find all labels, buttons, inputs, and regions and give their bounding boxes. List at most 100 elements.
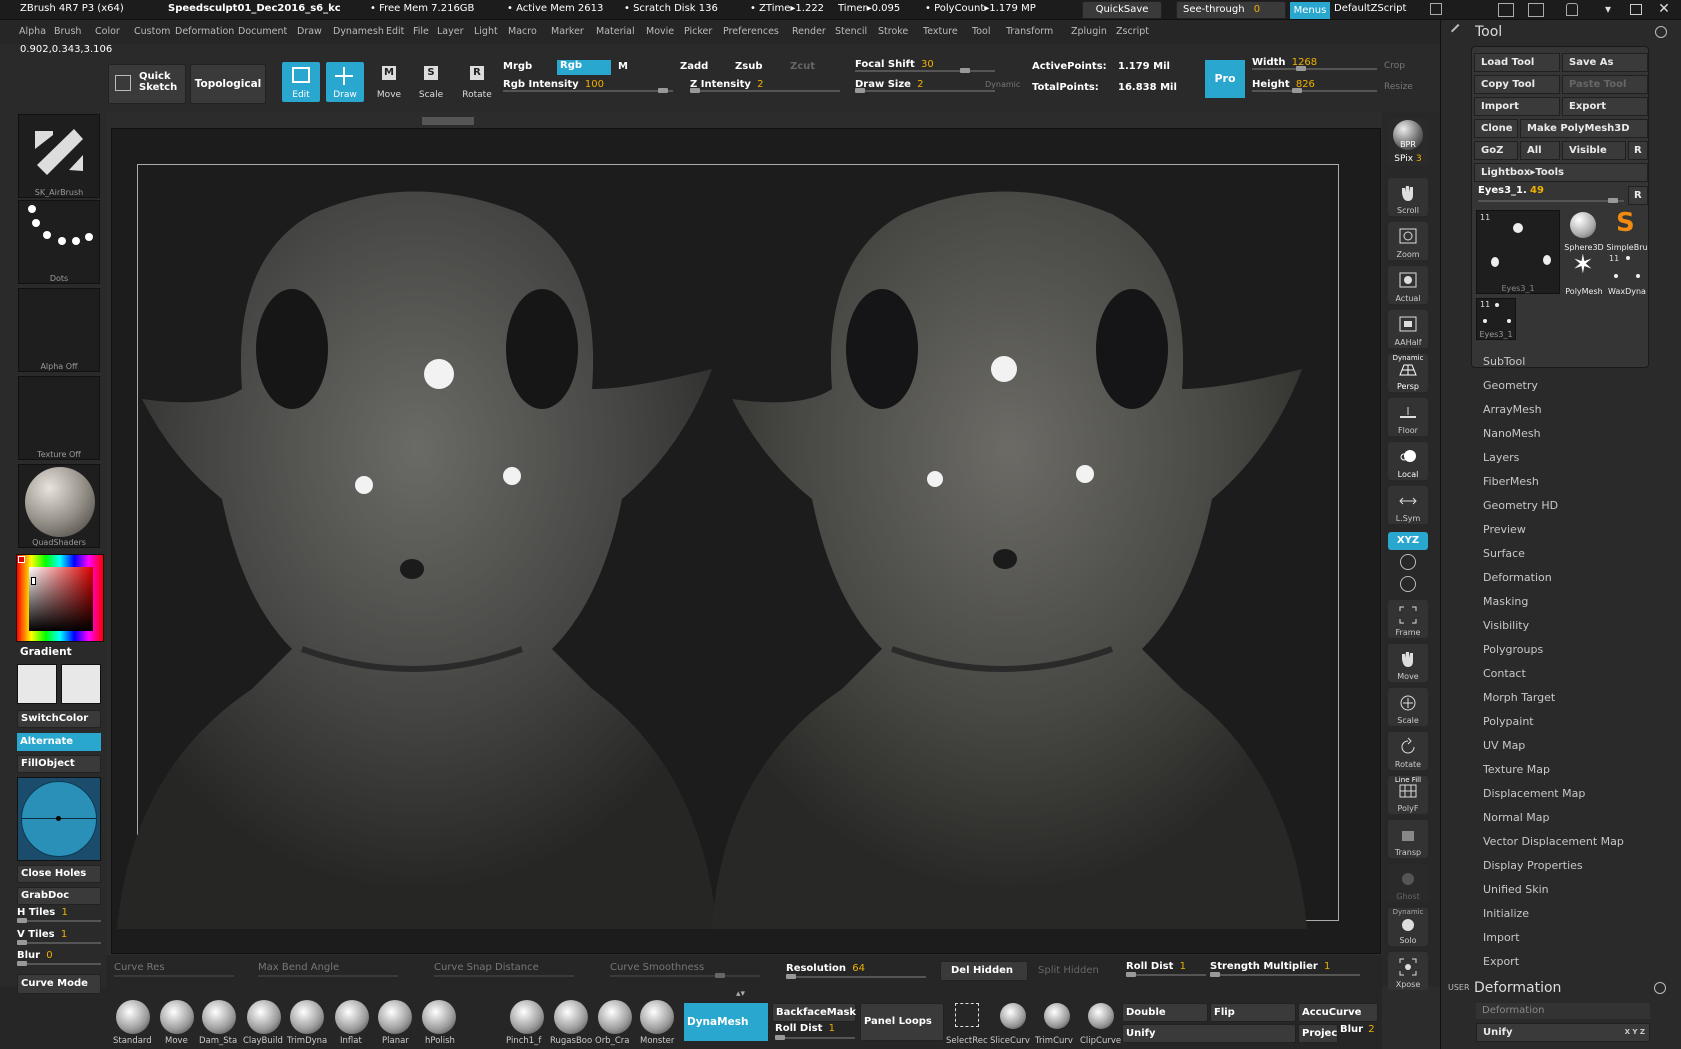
dynamic-toggle[interactable]: Dynamic (985, 80, 1020, 89)
menu-tool[interactable]: Tool (972, 20, 990, 44)
secondary-color-swatch[interactable] (61, 664, 101, 704)
brush-claybuild-icon[interactable] (247, 1000, 281, 1034)
bpr-render-button[interactable]: BPR SPix 3 (1388, 118, 1428, 166)
palette-pin-icon[interactable] (1450, 23, 1466, 39)
current-tool-r-button[interactable]: R (1628, 186, 1648, 205)
section-normal-map[interactable]: Normal Map (1483, 811, 1550, 824)
menu-marker[interactable]: Marker (551, 20, 584, 44)
tool-thumb-polymesh[interactable]: ✶ PolyMesh (1564, 250, 1604, 296)
curve-smoothness-slider[interactable]: Curve Smoothness (610, 962, 760, 980)
backface-mask-button[interactable]: BackfaceMask (772, 1003, 856, 1022)
menu-layer[interactable]: Layer (437, 20, 464, 44)
menu-dynamesh[interactable]: Dynamesh (333, 20, 384, 44)
brush-rugasboolean-icon[interactable] (554, 1000, 588, 1034)
copy-tool-button[interactable]: Copy Tool (1474, 75, 1560, 94)
slicecurve-icon[interactable] (1000, 1003, 1026, 1029)
width-slider[interactable]: Width 1268 (1252, 57, 1377, 73)
menu-document[interactable]: Document (238, 20, 287, 44)
close-icon[interactable]: ✕ (1656, 1, 1672, 17)
menu-stroke[interactable]: Stroke (878, 20, 908, 44)
import-tool-button[interactable]: Import (1474, 97, 1560, 116)
section-initialize[interactable]: Initialize (1483, 907, 1529, 920)
alternate-button[interactable]: Alternate (17, 733, 101, 751)
menu-material[interactable]: Material (596, 20, 635, 44)
curve-res-slider[interactable]: Curve Res (114, 962, 234, 980)
section-polypaint[interactable]: Polypaint (1483, 715, 1534, 728)
trimcurve-icon[interactable] (1044, 1003, 1070, 1029)
blur-slider[interactable]: Blur 0 (17, 950, 101, 968)
accucurve-button[interactable]: AccuCurve (1298, 1003, 1378, 1022)
roll-dist-slider[interactable]: Roll Dist 1 (1126, 961, 1206, 979)
move-mode-button[interactable]: M Move (370, 62, 408, 102)
double-button[interactable]: Double (1122, 1003, 1208, 1022)
section-layers[interactable]: Layers (1483, 451, 1519, 464)
scroll-button[interactable]: Scroll (1388, 178, 1428, 216)
close-holes-button[interactable]: Close Holes (17, 865, 101, 883)
section-preview[interactable]: Preview (1483, 523, 1526, 536)
polyf-button[interactable]: Line Fill PolyF (1388, 776, 1428, 814)
draw-mode-button[interactable]: Draw (326, 62, 364, 102)
material-selector[interactable]: QuadShaders (18, 464, 100, 548)
brush-hpolish-icon[interactable] (422, 1000, 456, 1034)
minimize-icon[interactable]: ▾ (1600, 3, 1616, 17)
gradient-toggle[interactable]: Gradient (20, 646, 72, 658)
menu-stencil[interactable]: Stencil (835, 20, 867, 44)
m-button[interactable]: M (618, 61, 628, 72)
resize-button[interactable]: Resize (1384, 82, 1413, 92)
timeline-handle[interactable] (422, 117, 474, 125)
menu-file[interactable]: File (413, 20, 429, 44)
selectrect-icon[interactable] (955, 1003, 979, 1027)
mrgb-button[interactable]: Mrgb (503, 61, 532, 72)
make-polymesh-button[interactable]: Make PolyMesh3D (1520, 119, 1648, 138)
menu-brush[interactable]: Brush (54, 20, 81, 44)
menu-movie[interactable]: Movie (646, 20, 674, 44)
lightbox-tools-button[interactable]: Lightbox▸Tools (1474, 163, 1648, 182)
menu-zscript[interactable]: Zscript (1116, 20, 1149, 44)
projection-button[interactable]: Projec (1298, 1024, 1338, 1043)
ui-icon[interactable] (1528, 3, 1544, 17)
primary-color-swatch[interactable] (17, 664, 57, 704)
menu-deformation[interactable]: Deformation (175, 20, 234, 44)
section-displacement-map[interactable]: Displacement Map (1483, 787, 1585, 800)
section-arraymesh[interactable]: ArrayMesh (1483, 403, 1542, 416)
ghost-button[interactable]: Ghost (1388, 864, 1428, 902)
tool-thumb-simplebrush[interactable]: S SimpleBru (1606, 208, 1648, 252)
help-icon[interactable] (1430, 3, 1442, 15)
lock-icon[interactable] (1566, 3, 1578, 16)
pro-button[interactable]: Pro (1205, 60, 1245, 98)
lsym-button[interactable]: L.Sym (1388, 486, 1428, 524)
menu-light[interactable]: Light (474, 20, 498, 44)
dynamesh-button[interactable]: DynaMesh (684, 1003, 768, 1041)
brush-selector[interactable]: SK_AirBrush (18, 114, 100, 198)
tool-thumb-eyes-small[interactable]: 11 Eyes3_1 (1476, 298, 1516, 340)
load-tool-button[interactable]: Load Tool (1474, 53, 1560, 72)
focal-shift-slider[interactable]: Focal Shift 30 (855, 59, 995, 75)
menu-picker[interactable]: Picker (684, 20, 712, 44)
brush-monster-icon[interactable] (640, 1000, 674, 1034)
split-hidden-button[interactable]: Split Hidden (1030, 961, 1116, 981)
section-import[interactable]: Import (1483, 931, 1520, 944)
layout-icon[interactable] (1498, 3, 1514, 17)
section-visibility[interactable]: Visibility (1483, 619, 1529, 632)
floor-button[interactable]: Floor (1388, 398, 1428, 436)
menu-edit[interactable]: Edit (386, 20, 404, 44)
actual-button[interactable]: Actual (1388, 266, 1428, 304)
section-surface[interactable]: Surface (1483, 547, 1525, 560)
quicksave-button[interactable]: QuickSave (1082, 1, 1162, 19)
section-nanomesh[interactable]: NanoMesh (1483, 427, 1541, 440)
brush-trimdynamic-icon[interactable] (290, 1000, 324, 1034)
transp-button[interactable]: Transp (1388, 820, 1428, 858)
rgb-button[interactable]: Rgb (557, 60, 611, 75)
zsub-button[interactable]: Zsub (735, 61, 762, 72)
texture-selector[interactable]: Texture Off (18, 376, 100, 460)
zscript-name[interactable]: DefaultZScript (1334, 3, 1424, 14)
canvas-viewport[interactable] (111, 117, 1381, 954)
curve-mode-button[interactable]: Curve Mode (17, 974, 101, 994)
zcut-button[interactable]: Zcut (790, 61, 815, 72)
rgb-intensity-slider[interactable]: Rgb Intensity 100 (503, 79, 673, 95)
export-tool-button[interactable]: Export (1562, 97, 1648, 116)
shelf-collapse-icon[interactable]: ▴▾ (736, 990, 756, 999)
flip-button[interactable]: Flip (1210, 1003, 1296, 1022)
section-unified-skin[interactable]: Unified Skin (1483, 883, 1549, 896)
clone-button[interactable]: Clone (1474, 119, 1518, 138)
